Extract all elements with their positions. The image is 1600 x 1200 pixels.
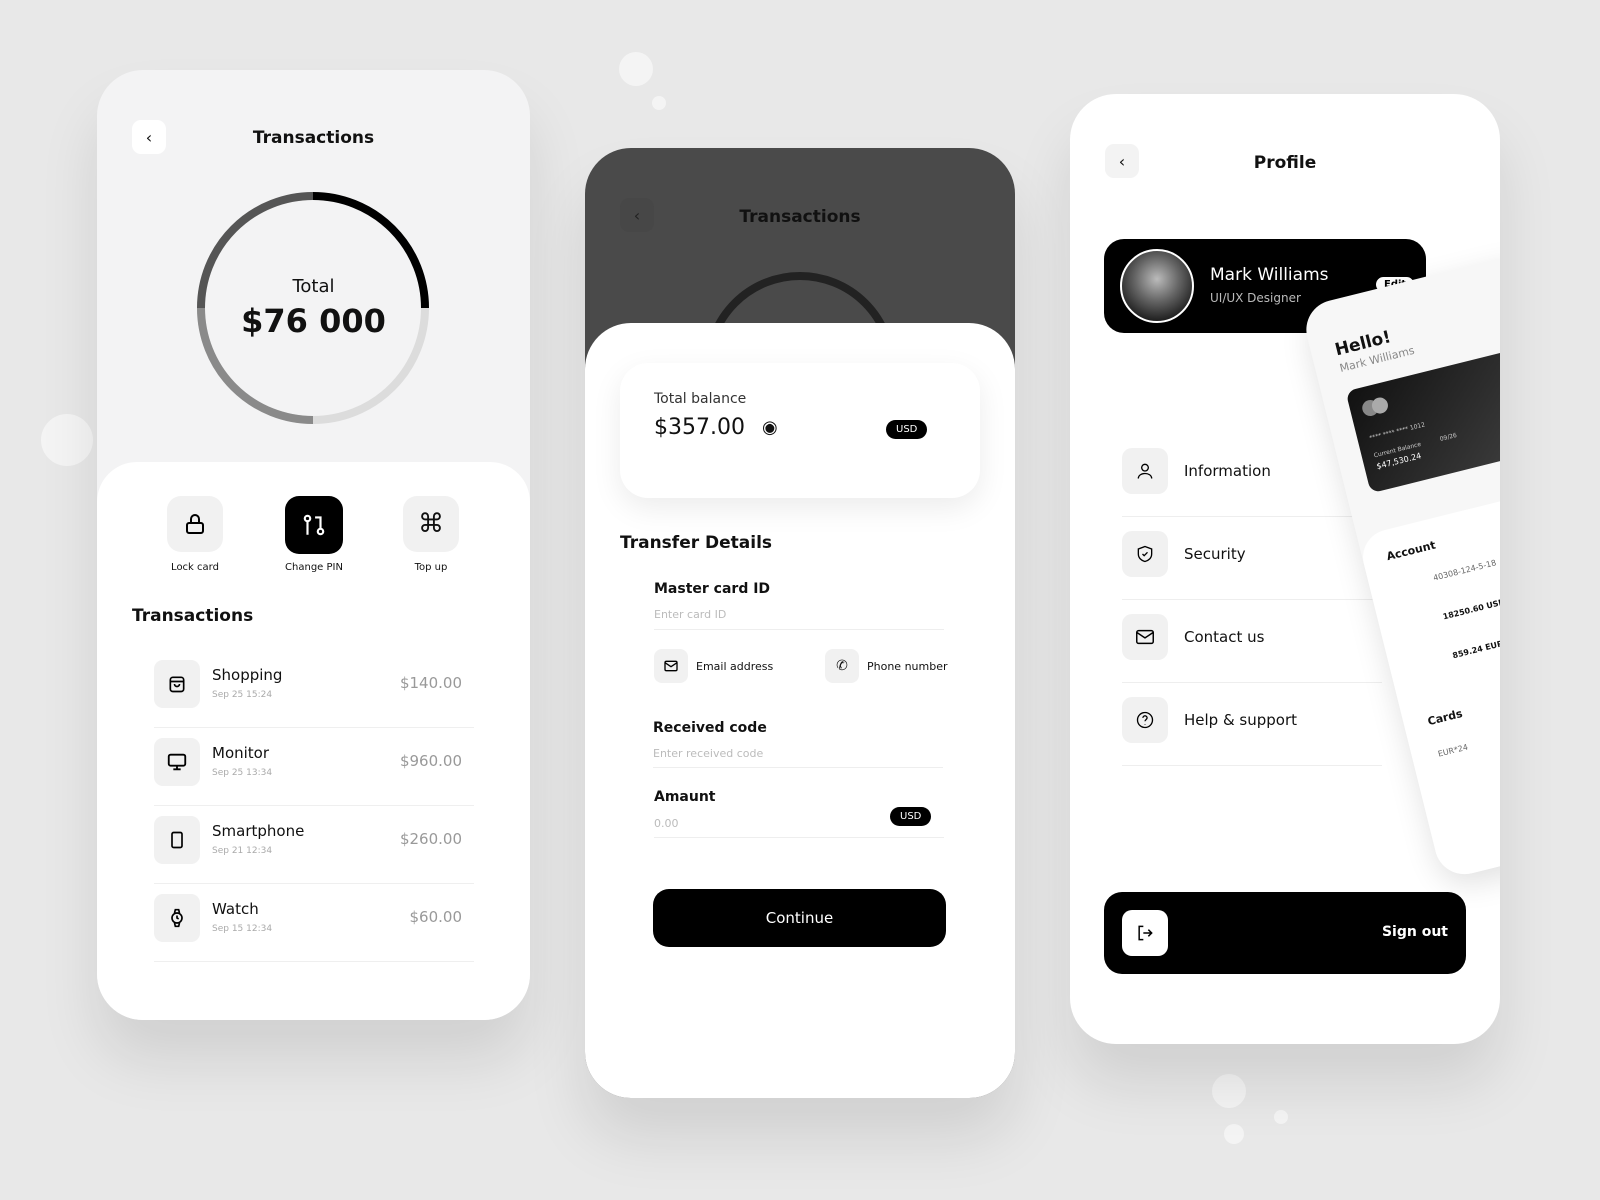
menu-security[interactable]: Security [1122,517,1382,600]
continue-button[interactable]: Continue [653,889,946,947]
shield-icon [1137,545,1153,563]
email-option-label: Email address [696,659,774,673]
sign-out-label: Sign out [1381,924,1448,940]
mail-icon [1136,629,1154,645]
sign-out-button[interactable]: Sign out [1104,892,1466,974]
amount-currency-selector[interactable]: USD [890,807,932,826]
balance-card: Total balance $357.00 ◉ USD [620,363,980,498]
action-label: Top up [414,562,448,573]
transaction-date: Sep 21 12:34 [212,846,273,856]
menu-label: Information [1184,462,1271,480]
card-expiry: 09/26 [1439,431,1458,443]
page-title: Transactions [252,128,375,148]
menu-contact-us[interactable]: Contact us [1122,600,1382,683]
monitor-icon [167,753,187,771]
mail-icon [664,660,678,672]
total-label: Total [292,276,335,297]
action-label: Lock card [171,562,219,573]
transaction-date: Sep 25 13:34 [212,768,273,778]
transaction-name: Shopping [212,666,283,684]
received-code-label: Received code [653,720,767,736]
transfer-panel: Total balance $357.00 ◉ USD Transfer Det… [585,323,1015,1098]
menu-label: Contact us [1184,628,1265,646]
help-circle-icon [1136,711,1154,729]
user-name: Mark Williams [1210,265,1329,285]
shopping-bag-icon [169,676,185,693]
phone-option[interactable]: ✆ Phone number [825,649,948,683]
lock-icon [186,514,204,534]
section-title: Transactions [132,606,254,626]
email-option[interactable]: Email address [654,649,773,683]
profile-screen: ‹ Profile Mark Williams UI/UX Designer E… [1070,94,1500,1044]
transaction-name: Watch [212,900,259,918]
git-compare-icon [303,514,325,536]
total-value: $76 000 [241,302,386,340]
action-lock-card[interactable]: Lock card [167,496,223,573]
transfer-screen: ‹ Transactions Total balance $357.00 ◉ U… [585,148,1015,1098]
transaction-name: Monitor [212,744,270,762]
amount-input[interactable]: 0.00 [654,817,854,830]
transaction-date: Sep 25 15:24 [212,690,273,700]
balance-label: Total balance [654,391,747,407]
master-card-input[interactable]: Enter card ID [654,608,944,621]
phone-option-label: Phone number [867,659,948,673]
transaction-row[interactable]: Monitor Sep 25 13:34 $960.00 [154,728,474,806]
action-top-up[interactable]: ⌘ Top up [403,496,459,573]
menu-label: Help & support [1184,711,1298,729]
account-item: 859.24 EUR [1451,638,1500,661]
phone-icon: ✆ [836,658,848,674]
command-icon: ⌘ [418,509,444,539]
transaction-amount: $960.00 [399,752,462,770]
currency-selector[interactable]: USD [886,420,928,439]
watch-icon [171,908,183,928]
amount-label: Amaunt [654,789,716,805]
page-title: Profile [1253,153,1317,173]
transaction-row[interactable]: Watch Sep 15 12:34 $60.00 [154,884,474,962]
user-icon [1137,463,1153,479]
smartphone-icon [171,831,183,849]
account-item: 40308-124-5-18 [1432,558,1498,583]
action-label: Change PIN [285,562,343,573]
menu-label: Security [1184,545,1246,563]
avatar [1120,249,1194,323]
page-title: Transactions [739,207,861,227]
eye-icon[interactable]: ◉ [762,417,778,438]
user-role: UI/UX Designer [1210,291,1301,305]
transaction-amount: $60.00 [409,908,463,926]
account-title: Account [1385,538,1437,564]
transaction-date: Sep 15 12:34 [212,924,273,934]
transaction-row[interactable]: Shopping Sep 25 15:24 $140.00 [154,650,474,728]
section-title: Transfer Details [620,533,773,553]
balance-value: $357.00 [654,415,745,440]
transaction-amount: $140.00 [399,674,462,692]
transaction-amount: $260.00 [399,830,462,848]
account-item: 18250.60 USD [1441,597,1500,622]
cards-title: Cards [1426,706,1464,729]
received-code-input[interactable]: Enter received code [653,747,943,760]
card-number: **** **** **** 1012 [1368,421,1426,442]
master-card-label: Master card ID [654,581,771,597]
transaction-name: Smartphone [212,822,305,840]
transactions-screen: ‹ Transactions Total $76 000 Lock card C… [97,70,530,1020]
bottom-panel: Lock card Change PIN ⌘ Top up Transaction… [97,462,530,1020]
menu-help-support[interactable]: Help & support [1122,683,1382,766]
card-item: EUR*24 [1436,742,1469,759]
action-change-pin[interactable]: Change PIN [285,496,343,573]
transaction-row[interactable]: Smartphone Sep 21 12:34 $260.00 [154,806,474,884]
logout-icon [1138,925,1153,941]
